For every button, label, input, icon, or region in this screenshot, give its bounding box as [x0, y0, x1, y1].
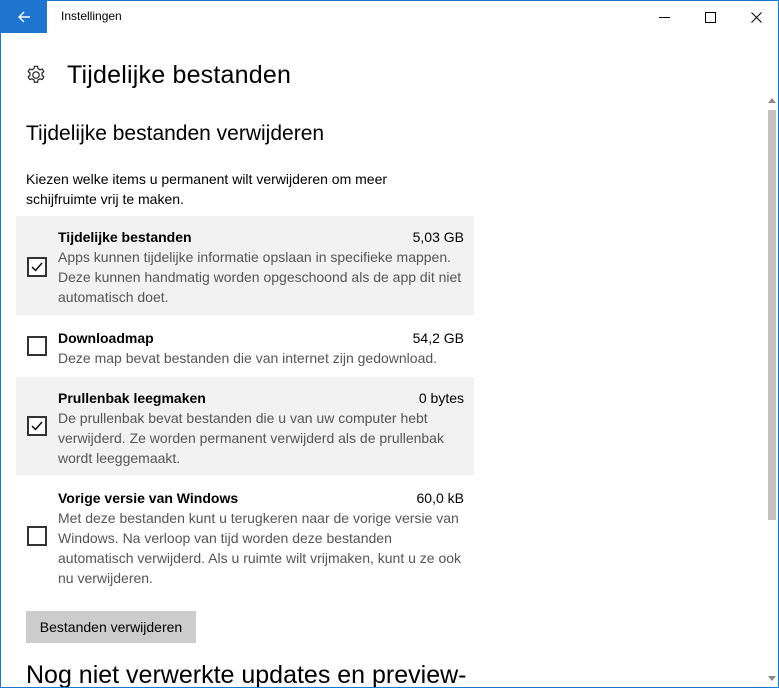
item-size: 5,03 GB [412, 229, 464, 245]
item-name: Prullenbak leegmaken [58, 390, 206, 406]
minimize-button[interactable] [641, 1, 687, 33]
remove-files-button[interactable]: Bestanden verwijderen [26, 611, 196, 643]
section-title: Tijdelijke bestanden verwijderen [26, 122, 325, 145]
close-icon [750, 11, 762, 23]
section-description: Kiezen welke items u permanent wilt verw… [26, 171, 388, 207]
checkbox-tijdelijke-bestanden[interactable] [27, 257, 47, 277]
app-title: Instellingen [61, 9, 122, 23]
item-name: Vorige versie van Windows [58, 490, 239, 506]
item-description: Apps kunnen tijdelijke informatie opslaa… [58, 249, 462, 305]
close-button[interactable] [733, 1, 778, 33]
item-size: 54,2 GB [412, 330, 464, 346]
scroll-down-arrow-icon[interactable] [768, 676, 776, 681]
item-description: Met deze bestanden kunt u terugkeren naa… [58, 510, 462, 586]
item-name: Downloadmap [58, 330, 154, 346]
list-item-downloadmap[interactable]: Downloadmap 54,2 GB Deze map bevat besta… [16, 317, 474, 375]
item-description: Deze map bevat bestanden die van interne… [58, 350, 438, 366]
back-button[interactable] [1, 1, 47, 33]
scroll-thumb[interactable] [768, 110, 776, 520]
maximize-icon [704, 11, 716, 23]
checkbox-vorige-versie-windows[interactable] [27, 526, 47, 546]
item-size: 60,0 kB [416, 490, 464, 506]
checkbox-prullenbak[interactable] [27, 416, 47, 436]
item-size: 0 bytes [418, 390, 464, 406]
scrollbar[interactable] [765, 96, 778, 687]
checkmark-icon [31, 262, 43, 272]
checkmark-icon [31, 421, 43, 431]
list-item-prullenbak[interactable]: Prullenbak leegmaken 0 bytes De prullenb… [16, 377, 474, 475]
back-arrow-icon [18, 11, 30, 23]
list-item-tijdelijke-bestanden[interactable]: Tijdelijke bestanden 5,03 GB Apps kunnen… [16, 216, 474, 315]
checkbox-downloadmap[interactable] [27, 336, 47, 356]
item-name: Tijdelijke bestanden [58, 229, 192, 245]
page-title: Tijdelijke bestanden [67, 60, 292, 89]
minimize-icon [658, 16, 670, 18]
gear-icon [27, 65, 45, 83]
item-description: De prullenbak bevat bestanden die u van … [58, 410, 444, 466]
maximize-button[interactable] [687, 1, 733, 33]
next-section-title: Nog niet verwerkte updates en preview- [26, 661, 467, 688]
page-header: Tijdelijke bestanden [25, 59, 291, 91]
scroll-up-arrow-icon[interactable] [768, 98, 776, 103]
settings-window: Instellingen Tijdelijke bestanden Tijdel… [0, 0, 779, 688]
list-item-vorige-versie-windows[interactable]: Vorige versie van Windows 60,0 kB Met de… [16, 477, 474, 595]
title-bar: Instellingen [1, 1, 778, 33]
